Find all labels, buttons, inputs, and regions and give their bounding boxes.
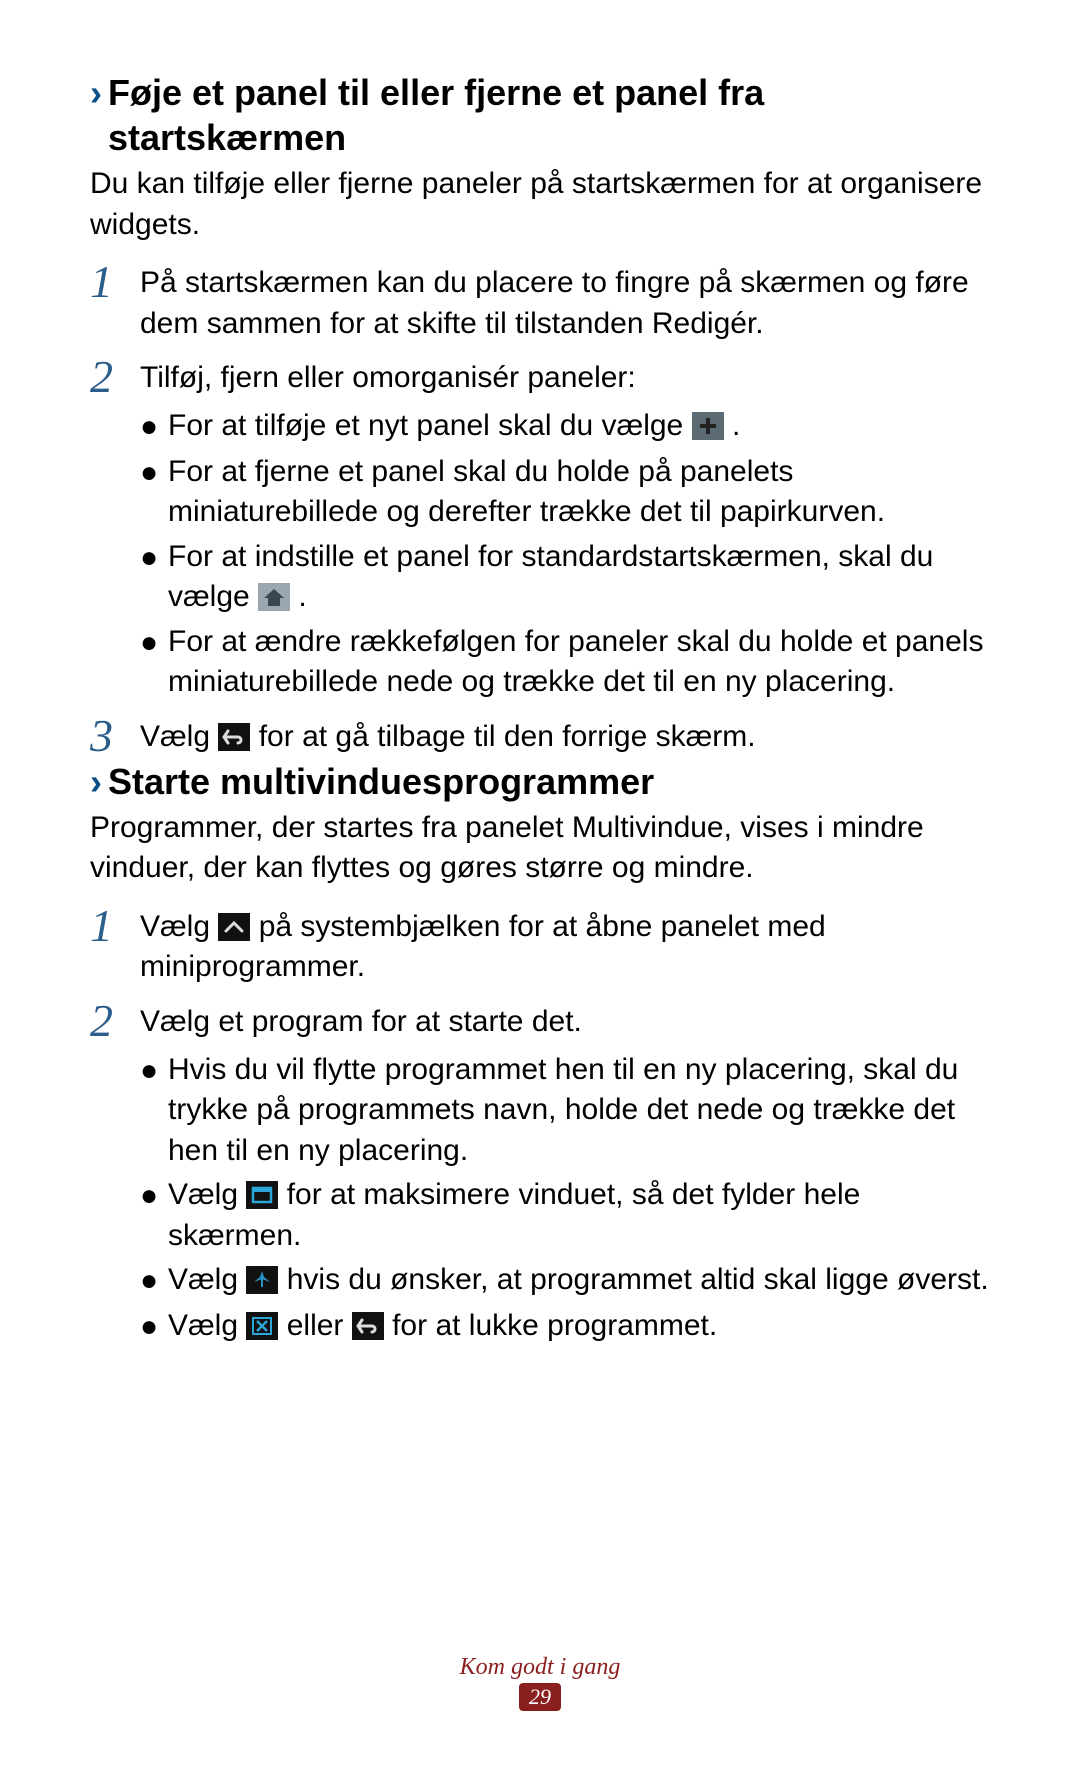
list-item: ● For at indstille et panel for standard…	[140, 537, 1000, 618]
bullet-dot-icon: ●	[140, 453, 168, 533]
home-icon	[258, 582, 290, 610]
bullet-text: For at fjerne et panel skal du holde på …	[168, 452, 1000, 533]
bullet-dot-icon: ●	[140, 538, 168, 618]
section-heading-1: › Føje et panel til eller fjerne et pane…	[90, 70, 1000, 160]
list-item: ● Vælg eller for at lukke programmet.	[140, 1306, 1000, 1348]
bullet-text: .	[732, 409, 740, 442]
bullet-dot-icon: ●	[140, 1176, 168, 1256]
bullet-dot-icon: ●	[140, 1307, 168, 1348]
bullet-text: For at ændre rækkefølgen for paneler ska…	[168, 622, 1000, 703]
step-2b: 2 Vælg et program for at starte det.	[90, 1002, 1000, 1044]
list-item: ● Vælg for at maksimere vinduet, så det …	[140, 1175, 1000, 1256]
step-2: 2 Tilføj, fjern eller omorganisér panele…	[90, 358, 1000, 400]
step-number: 2	[90, 354, 140, 400]
bullet-dot-icon: ●	[140, 623, 168, 703]
page-footer: Kom godt i gang 29	[0, 1654, 1080, 1711]
list-item: ● For at tilføje et nyt panel skal du væ…	[140, 406, 1000, 448]
step-3: 3 Vælg for at gå tilbage til den forrige…	[90, 717, 1000, 759]
bullet-text: hvis du ønsker, at programmet altid skal…	[287, 1263, 989, 1296]
step-1b: 1 Vælg på systembjælken for at åbne pane…	[90, 907, 1000, 988]
step-text: På startskærmen kan du placere to fingre…	[140, 263, 1000, 344]
section-intro-2: Programmer, der startes fra panelet Mult…	[90, 808, 1000, 889]
step-text: Tilføj, fjern eller omorganisér paneler:	[140, 358, 1000, 399]
pin-icon	[246, 1265, 278, 1293]
bullet-text: eller	[287, 1309, 352, 1342]
list-item: ● For at ændre rækkefølgen for paneler s…	[140, 622, 1000, 703]
bullet-text: Hvis du vil flytte programmet hen til en…	[168, 1050, 1000, 1172]
chevron-up-icon	[218, 912, 250, 940]
plus-icon	[692, 411, 724, 439]
back-icon	[352, 1311, 384, 1339]
step-number: 1	[90, 259, 140, 305]
chevron-right-icon: ›	[90, 70, 102, 115]
step-text: for at gå tilbage til den forrige skærm.	[259, 720, 756, 753]
section-intro-1: Du kan tilføje eller fjerne paneler på s…	[90, 164, 1000, 245]
list-item: ● Hvis du vil flytte programmet hen til …	[140, 1050, 1000, 1172]
maximize-icon	[246, 1180, 278, 1208]
bullet-dot-icon: ●	[140, 1051, 168, 1172]
step-text: Vælg	[140, 910, 218, 943]
bullet-list: ● For at tilføje et nyt panel skal du væ…	[90, 406, 1000, 703]
list-item: ● For at fjerne et panel skal du holde p…	[140, 452, 1000, 533]
step-text: Vælg	[140, 720, 218, 753]
bullet-list: ● Hvis du vil flytte programmet hen til …	[90, 1050, 1000, 1348]
step-1: 1 På startskærmen kan du placere to fing…	[90, 263, 1000, 344]
bullet-text: for at lukke programmet.	[392, 1309, 717, 1342]
bullet-text: Vælg	[168, 1309, 246, 1342]
section-heading-2: › Starte multivinduesprogrammer	[90, 759, 1000, 804]
bullet-dot-icon: ●	[140, 407, 168, 448]
step-number: 3	[90, 713, 140, 759]
bullet-dot-icon: ●	[140, 1261, 168, 1302]
bullet-text: Vælg	[168, 1178, 246, 1211]
page-number: 29	[519, 1683, 561, 1711]
back-icon	[218, 722, 250, 750]
step-number: 2	[90, 998, 140, 1044]
bullet-text: Vælg	[168, 1263, 246, 1296]
document-page: › Føje et panel til eller fjerne et pane…	[0, 0, 1080, 1771]
list-item: ● Vælg hvis du ønsker, at programmet alt…	[140, 1260, 1000, 1302]
footer-section-label: Kom godt i gang	[0, 1654, 1080, 1681]
step-number: 1	[90, 903, 140, 949]
heading-text: Føje et panel til eller fjerne et panel …	[108, 70, 1000, 160]
heading-text: Starte multivinduesprogrammer	[108, 759, 654, 804]
step-text: Vælg et program for at starte det.	[140, 1002, 1000, 1043]
close-x-icon	[246, 1311, 278, 1339]
chevron-right-icon: ›	[90, 759, 102, 804]
bullet-text: .	[298, 580, 306, 613]
bullet-text: For at tilføje et nyt panel skal du vælg…	[168, 409, 692, 442]
